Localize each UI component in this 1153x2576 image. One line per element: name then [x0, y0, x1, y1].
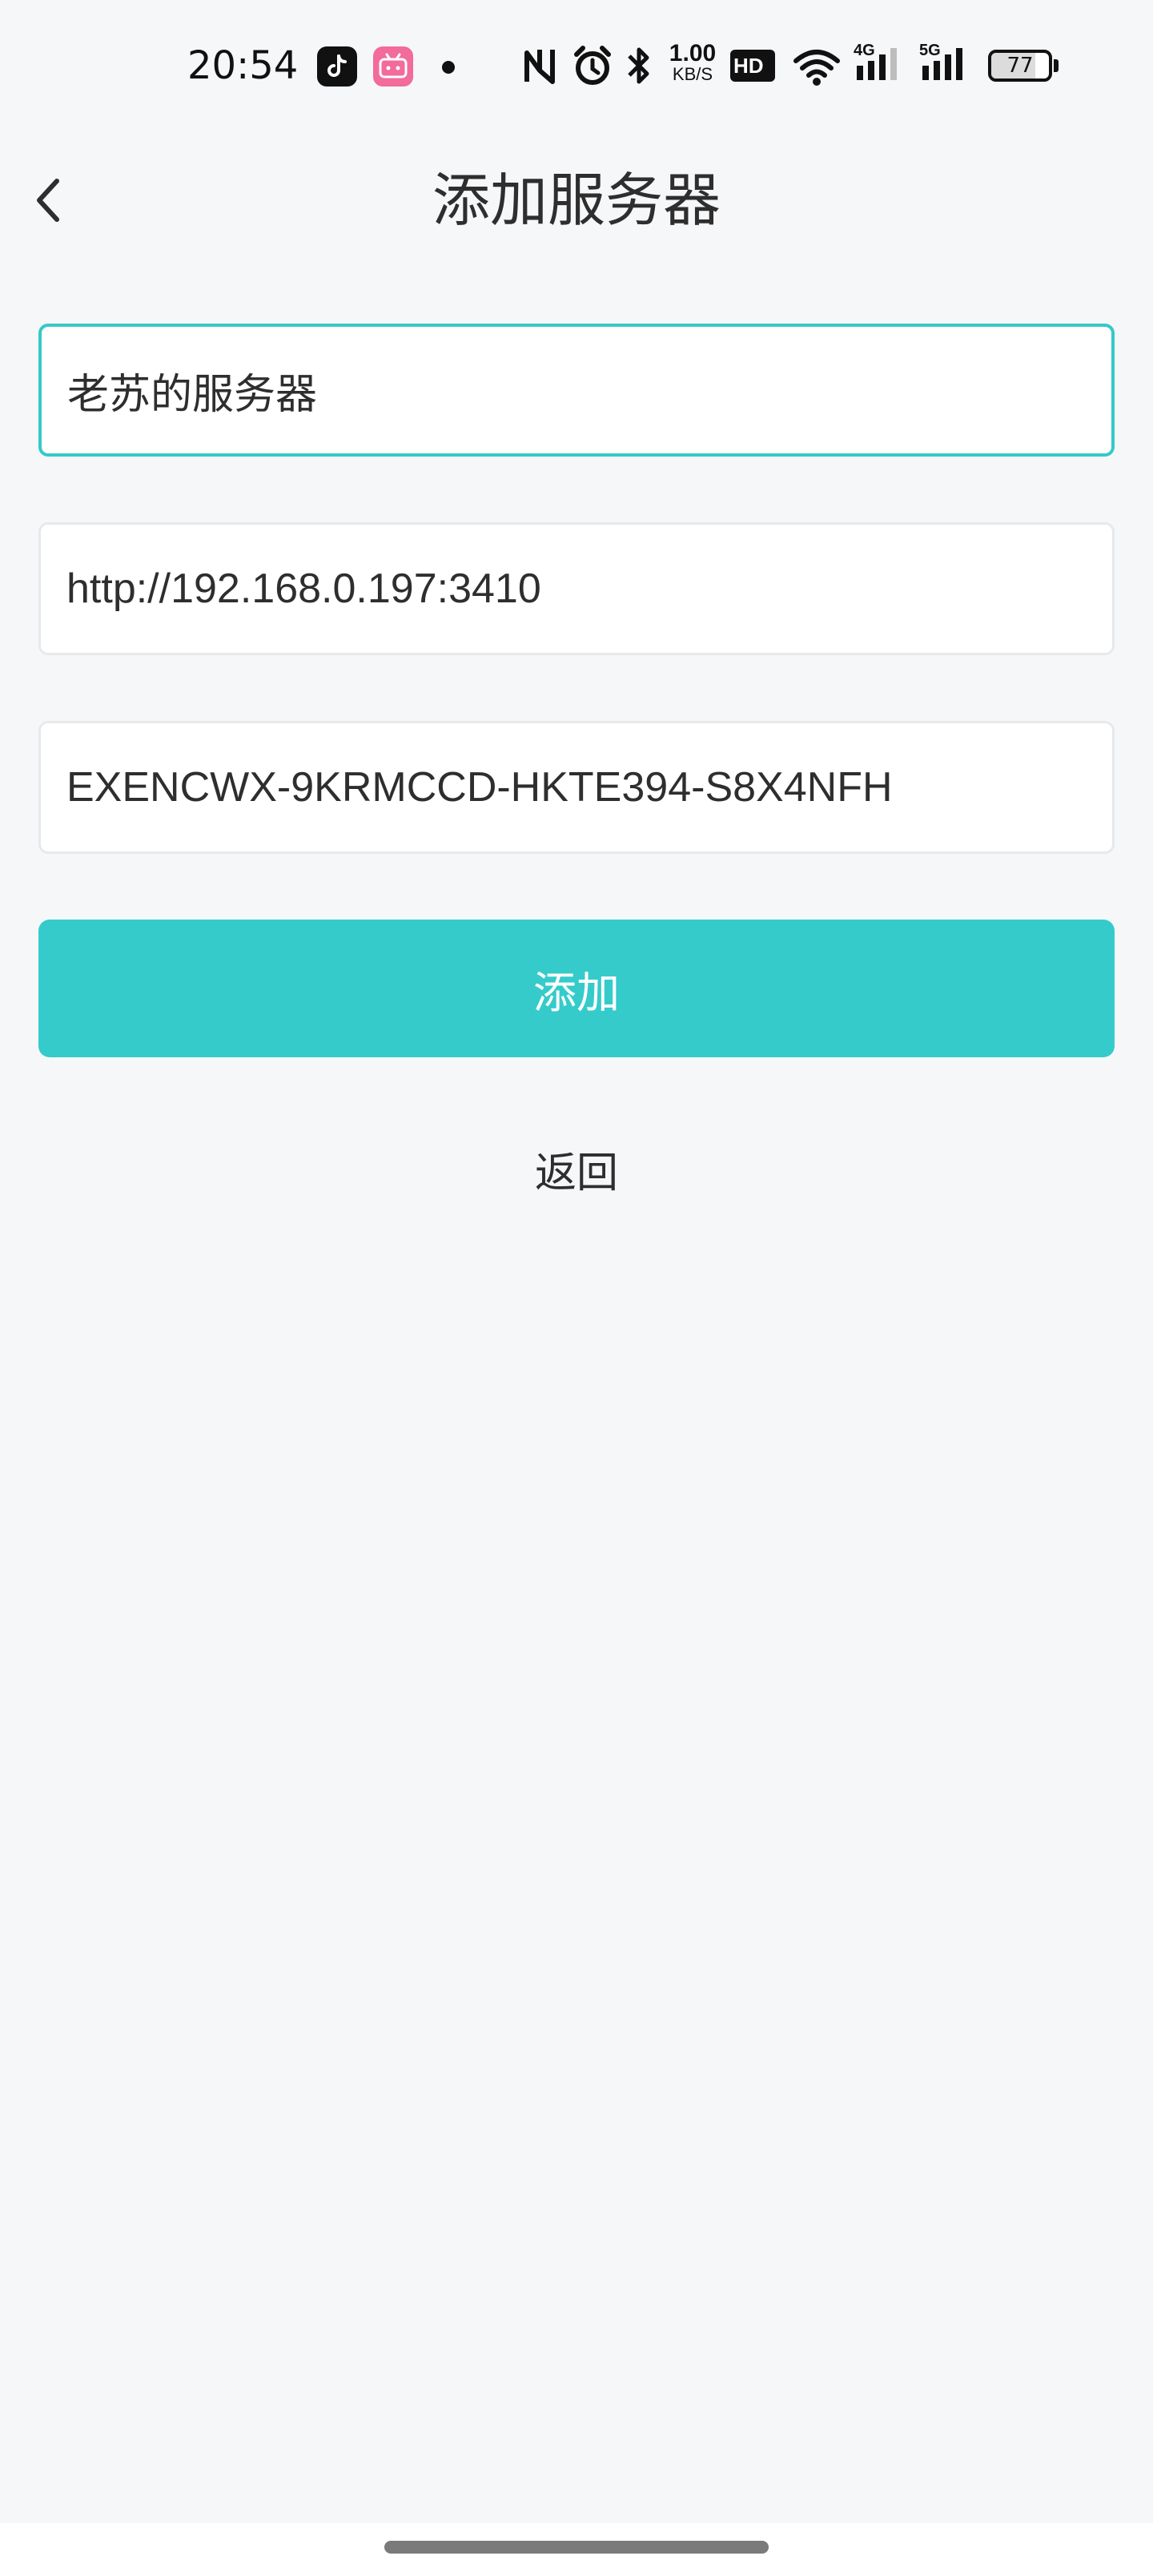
hd-icon: HD [730, 50, 775, 98]
tiktok-icon [317, 46, 357, 87]
hd-badge-label: HD [733, 54, 764, 78]
return-button[interactable]: 返回 [456, 1137, 697, 1210]
signal-5g-label: 5G [919, 42, 941, 59]
bilibili-icon [373, 46, 413, 87]
chevron-left-icon [37, 179, 59, 222]
page-title: 添加服务器 [432, 167, 721, 234]
back-button[interactable] [13, 160, 85, 240]
network-speed-unit: KB/S [672, 64, 713, 84]
status-bar: 20:54 1.00 KB/S HD 4G 5G 77 [0, 0, 1153, 136]
notification-dot-icon [442, 61, 455, 74]
network-speed: 1.00 KB/S [665, 40, 721, 85]
signal-5g-icon: 5G [919, 42, 970, 90]
add-button-label: 添加 [533, 967, 620, 1018]
server-name-input[interactable] [38, 324, 1115, 457]
battery-cap [1054, 59, 1059, 72]
server-key-input[interactable] [38, 721, 1115, 854]
nfc-icon [520, 42, 559, 90]
wifi-icon [791, 42, 842, 90]
bluetooth-icon [623, 42, 655, 90]
battery-percent: 77 [1006, 54, 1034, 78]
signal-4g-label: 4G [854, 42, 875, 59]
add-button[interactable]: 添加 [38, 920, 1115, 1057]
alarm-icon [570, 42, 615, 90]
status-time: 20:54 [187, 43, 299, 88]
home-indicator[interactable] [384, 2541, 769, 2554]
server-url-input[interactable] [38, 522, 1115, 655]
network-speed-value: 1.00 [669, 40, 717, 66]
signal-4g-icon: 4G [854, 42, 905, 90]
battery-icon: 77 [988, 50, 1052, 82]
